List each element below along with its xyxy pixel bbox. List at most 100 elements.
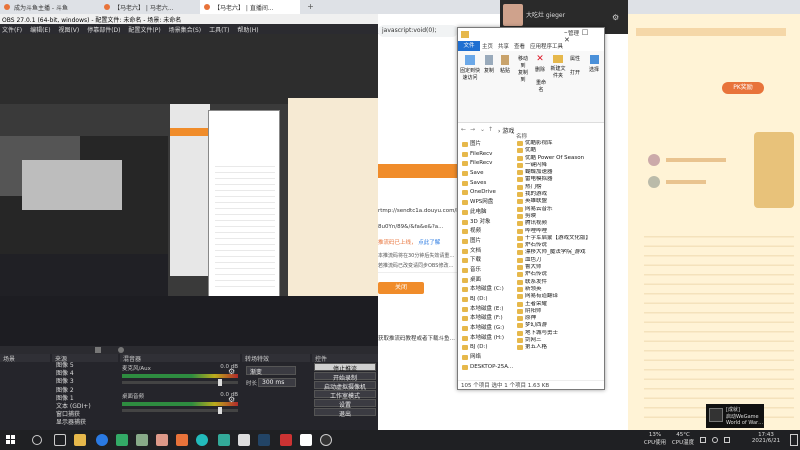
file-item[interactable]: 热门榜 — [516, 184, 604, 191]
file-item[interactable]: 炉石传说 — [516, 242, 604, 249]
nav-item-drive[interactable]: BJ (D:) — [458, 295, 514, 305]
source-filters-icon[interactable] — [118, 347, 124, 353]
duration-input[interactable]: 300 ms — [258, 378, 296, 387]
nav-item[interactable]: 下载 — [458, 256, 514, 266]
nav-item-drive[interactable]: 本地磁盘 (F:) — [458, 314, 514, 324]
file-item[interactable]: 联系发件 — [516, 279, 604, 286]
nav-item[interactable]: 3D 对象 — [458, 218, 514, 228]
file-item[interactable]: 哔哩哔哩 — [516, 228, 604, 235]
chevron-down-icon[interactable]: ⌄ — [480, 126, 485, 133]
volume-slider[interactable] — [122, 407, 238, 414]
settings-button[interactable]: 设置 — [314, 399, 376, 409]
menu-view[interactable]: 视图(V) — [58, 25, 79, 34]
file-item[interactable]: 血色刀 — [516, 257, 604, 264]
app-icon[interactable] — [218, 434, 230, 446]
file-item[interactable]: 炉石传说 — [516, 271, 604, 278]
nav-item[interactable]: FileRecv — [458, 150, 514, 160]
file-item[interactable]: 地下城与勇士 — [516, 330, 604, 337]
file-item[interactable]: 优酷 Power Of Season — [516, 155, 604, 162]
nav-item-drive[interactable]: 本地磁盘 (E:) — [458, 305, 514, 315]
nav-item[interactable]: 图片 — [458, 140, 514, 150]
file-item[interactable]: 剪映 — [516, 213, 604, 220]
ribbon-tab-home[interactable]: 主页 — [482, 42, 493, 50]
nav-item-drive[interactable]: 本地磁盘 (H:) — [458, 334, 514, 344]
ribbon-tab-app-tools[interactable]: 应用程序工具 — [530, 42, 563, 50]
search-icon[interactable] — [32, 435, 42, 445]
pin-quick-access-button[interactable]: 固定到快速访问 — [460, 55, 480, 81]
volume-slider[interactable] — [122, 379, 238, 386]
file-item[interactable]: 梦幻西游 — [516, 322, 604, 329]
file-item[interactable]: 雷电模拟器 — [516, 176, 604, 183]
nav-item[interactable]: 桌面 — [458, 276, 514, 286]
nav-item-drive[interactable]: 本地磁盘 (C:) — [458, 285, 514, 295]
menu-scene-collection[interactable]: 场景集合(S) — [169, 25, 202, 34]
file-item[interactable]: 第五人格 — [516, 344, 604, 351]
rename-button[interactable]: 重命名 — [534, 79, 548, 93]
copy-to-button[interactable]: 复制到 — [516, 69, 530, 83]
nav-item[interactable]: 图片 — [458, 237, 514, 247]
ribbon-tab-share[interactable]: 共享 — [498, 42, 509, 50]
file-item[interactable]: 优酷影视库 — [516, 140, 604, 147]
file-item[interactable]: 蝴蝶加速器 — [516, 169, 604, 176]
menu-file[interactable]: 文件(F) — [2, 25, 22, 34]
source-properties-icon[interactable] — [95, 347, 101, 353]
file-item[interactable]: 剑网三 — [516, 337, 604, 344]
notification-icon[interactable] — [790, 434, 798, 446]
file-item[interactable]: 漂移大师_魔法学院_游戏 — [516, 249, 604, 256]
nav-item[interactable]: FileRecv — [458, 159, 514, 169]
obs-preview-canvas[interactable] — [0, 34, 378, 346]
obs-icon[interactable] — [320, 434, 332, 446]
new-tab-plus-icon[interactable]: + — [306, 2, 315, 11]
nav-item[interactable]: 音乐 — [458, 266, 514, 276]
tray-icon[interactable] — [700, 437, 706, 443]
source-item[interactable]: 文本 (GDI+) — [52, 403, 118, 411]
file-item[interactable]: 优酷 — [516, 147, 604, 154]
close-dialog-button[interactable]: 关闭 — [378, 282, 424, 294]
steam-icon[interactable] — [258, 434, 270, 446]
app-icon[interactable] — [136, 434, 148, 446]
copy-button[interactable]: 复制 — [482, 55, 496, 74]
nav-item-drive[interactable]: 本地磁盘 (G:) — [458, 324, 514, 334]
stop-streaming-button[interactable]: 停止推流 — [314, 363, 376, 373]
menu-profile[interactable]: 配置文件(P) — [128, 25, 160, 34]
select-button[interactable]: 选择 — [586, 55, 602, 73]
source-item[interactable]: 图像 3 — [52, 378, 118, 386]
file-item[interactable]: 英雄联盟 — [516, 198, 604, 205]
properties-button[interactable]: 属性 — [568, 55, 582, 62]
exit-button[interactable]: 退出 — [314, 408, 376, 418]
nav-item-network[interactable]: 网络 — [458, 353, 514, 363]
delete-button[interactable]: ✕ 删除 — [534, 55, 546, 74]
nav-item[interactable]: 文档 — [458, 247, 514, 257]
menu-edit[interactable]: 编辑(E) — [30, 25, 50, 34]
game-notification-toast[interactable]: [成就] 启动WeGame World of Warships — [706, 404, 764, 428]
gift-banner[interactable] — [754, 132, 794, 208]
app-icon[interactable] — [300, 434, 312, 446]
source-item[interactable]: 图像 5 — [52, 362, 118, 370]
mixer-settings-gear-icon[interactable]: ⚙ — [228, 396, 236, 404]
file-item[interactable]: 鲁大师 — [516, 264, 604, 271]
source-item[interactable]: 图像 1 — [52, 395, 118, 403]
app-icon[interactable] — [116, 434, 128, 446]
browser-tab-2[interactable]: 【马老六】 | 马老六... — [100, 0, 200, 14]
nav-item-drive[interactable]: BJ (D:) — [458, 343, 514, 353]
app-icon[interactable] — [238, 434, 250, 446]
up-arrow-icon[interactable]: ↑ — [488, 126, 493, 133]
nav-item-this-pc[interactable]: 此电脑 — [458, 208, 514, 218]
menu-help[interactable]: 帮助(H) — [237, 25, 258, 34]
app-icon[interactable] — [156, 434, 168, 446]
file-item[interactable]: 网易有道翻译 — [516, 293, 604, 300]
file-item[interactable]: 腾讯视频 — [516, 220, 604, 227]
file-explorer-icon[interactable] — [74, 434, 86, 446]
settings-gear-icon[interactable]: ⚙ — [612, 14, 620, 22]
new-folder-button[interactable]: 新建文件夹 — [550, 55, 566, 79]
clock[interactable]: 17:43 2021/6/21 — [744, 432, 788, 444]
open-button[interactable]: 打开 — [568, 69, 582, 76]
edge-icon[interactable] — [196, 434, 208, 446]
name-column-header[interactable]: 名称 — [516, 132, 527, 140]
nav-item-wps[interactable]: WPS网盘 — [458, 198, 514, 208]
menu-tools[interactable]: 工具(T) — [209, 25, 229, 34]
start-virtual-camera-button[interactable]: 启动虚拟摄像机 — [314, 381, 376, 391]
ribbon-tab-view[interactable]: 查看 — [514, 42, 525, 50]
nav-item[interactable]: 视频 — [458, 227, 514, 237]
volume-icon[interactable] — [724, 437, 730, 443]
